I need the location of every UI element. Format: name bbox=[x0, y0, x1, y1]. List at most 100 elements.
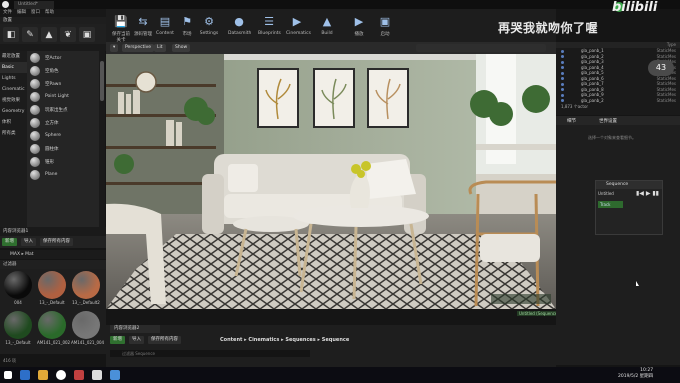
foliage-mode-icon[interactable]: ❦ bbox=[60, 27, 76, 42]
content-browser-tab[interactable]: 内容浏览器1 bbox=[0, 227, 106, 236]
visibility-eye-icon[interactable] bbox=[561, 82, 564, 86]
place-panel-tab[interactable]: 放置 bbox=[0, 17, 106, 24]
visibility-eye-icon[interactable] bbox=[561, 77, 564, 80]
save-all-button[interactable]: 保存所有内容 bbox=[148, 336, 181, 344]
category-volumes[interactable]: 体积 bbox=[0, 117, 27, 128]
blueprints-icon: ☰ bbox=[264, 15, 274, 28]
menu-edit[interactable]: 编辑 bbox=[17, 9, 26, 17]
place-item[interactable]: 空Actor bbox=[27, 51, 99, 64]
asset-tile[interactable]: 13_-_Default bbox=[3, 311, 33, 349]
place-search-input[interactable] bbox=[0, 44, 106, 51]
cinematics-icon: ▶ bbox=[292, 15, 302, 28]
save-button[interactable]: 💾 保存当前关卡 bbox=[110, 14, 132, 43]
explorer-icon[interactable] bbox=[38, 370, 48, 380]
place-item[interactable]: 空角色 bbox=[27, 64, 99, 77]
visibility-eye-icon[interactable] bbox=[561, 49, 564, 53]
menu-help[interactable]: 帮助 bbox=[45, 9, 54, 17]
import-button[interactable]: 导入 bbox=[21, 238, 36, 246]
app-icon[interactable] bbox=[110, 370, 120, 380]
visibility-eye-icon[interactable] bbox=[561, 66, 564, 69]
breadcrumb-content[interactable]: Content bbox=[220, 337, 242, 343]
play-icon: ▶ bbox=[354, 15, 364, 28]
place-item[interactable]: 圆柱体 bbox=[27, 142, 99, 155]
place-item[interactable]: Sphere bbox=[27, 129, 99, 142]
category-visual-effects[interactable]: 视觉效果 bbox=[0, 95, 27, 106]
content-path[interactable]: MAX ▸ Mat bbox=[0, 250, 106, 259]
perspective-button[interactable]: Perspective bbox=[122, 44, 155, 52]
menu-file[interactable]: 文件 bbox=[3, 9, 12, 17]
place-item[interactable]: 立方体 bbox=[27, 116, 99, 129]
playback-controls-icon[interactable]: ▮◀ ▶ ▮▮ bbox=[636, 190, 659, 197]
filter-button[interactable]: 过滤器 bbox=[0, 260, 106, 269]
category-geometry[interactable]: Geometry bbox=[0, 106, 27, 117]
place-item[interactable]: 玩家出生点 bbox=[27, 103, 99, 116]
content-browser-2-tab[interactable]: 内容浏览器2 bbox=[110, 325, 160, 333]
add-track-button[interactable]: Track bbox=[598, 201, 623, 208]
visibility-eye-icon[interactable] bbox=[561, 60, 564, 64]
asset-tile[interactable]: AM141_021_002 bbox=[37, 311, 70, 349]
edge-icon[interactable] bbox=[20, 370, 30, 380]
content-button[interactable]: ▤ Content bbox=[154, 14, 176, 40]
asset-tile[interactable]: 13_-_Default bbox=[37, 271, 67, 309]
details-panel bbox=[556, 125, 680, 365]
asset-grid: 004 13_-_Default 13_-_Default2 13_-_Default… bbox=[0, 269, 106, 354]
import-button[interactable]: 导入 bbox=[129, 336, 144, 344]
breadcrumb-sequences[interactable]: Sequences bbox=[285, 337, 315, 343]
visibility-eye-icon[interactable] bbox=[561, 88, 564, 91]
category-all-classes[interactable]: 所有类 bbox=[0, 128, 27, 139]
menu-window[interactable]: 窗口 bbox=[31, 9, 40, 17]
place-item[interactable]: 锥形 bbox=[27, 155, 99, 168]
launch-button[interactable]: ▣ 启动 bbox=[374, 14, 396, 40]
settings-button[interactable]: ⚙ Settings bbox=[198, 14, 220, 40]
geometry-mode-icon[interactable]: ▣ bbox=[79, 27, 95, 42]
play-button[interactable]: ▶ 播放 bbox=[348, 14, 370, 40]
place-item[interactable]: Point Light bbox=[27, 90, 99, 103]
add-new-button[interactable]: 新增 bbox=[110, 336, 125, 344]
sequencer-window[interactable]: Sequence Untitled ▮◀ ▶ ▮▮ Track bbox=[595, 180, 663, 235]
start-icon[interactable] bbox=[4, 371, 12, 379]
cinematics-button[interactable]: ▶ Cinematics bbox=[286, 14, 311, 40]
outliner-row[interactable]: gla_panb_2 StaticMes bbox=[556, 98, 680, 104]
chrome-icon[interactable] bbox=[56, 370, 66, 380]
unreal-taskbar-icon[interactable] bbox=[92, 370, 102, 380]
place-scrollbar[interactable] bbox=[99, 51, 105, 227]
scroll-thumb[interactable] bbox=[100, 61, 104, 101]
category-lights[interactable]: Lights bbox=[0, 73, 27, 84]
place-item[interactable]: 空Pawn bbox=[27, 77, 99, 90]
asset-tile[interactable]: 004 bbox=[3, 271, 33, 309]
add-new-button[interactable]: 新增 bbox=[2, 238, 17, 246]
category-recent[interactable]: 最近放置 bbox=[0, 51, 27, 62]
viewport-options-button[interactable]: ▾ bbox=[110, 44, 119, 52]
place-item[interactable]: Plane bbox=[27, 168, 99, 181]
asset-tile[interactable]: 13_-_Default2 bbox=[71, 271, 101, 309]
level-viewport[interactable] bbox=[106, 54, 556, 309]
app-icon[interactable] bbox=[74, 370, 84, 380]
market-button[interactable]: ⚑ 市场 bbox=[176, 14, 198, 40]
source-control-button[interactable]: ⇆ 源码管理 bbox=[132, 14, 154, 40]
level-tab[interactable]: Untitled* bbox=[14, 1, 54, 9]
clock: 10:27 2019/5/2 星期四 bbox=[618, 368, 654, 379]
breadcrumb: Content ▸ Cinematics ▸ Sequences ▸ Seque… bbox=[220, 337, 350, 343]
cube-icon bbox=[30, 117, 40, 128]
place-mode-icon[interactable]: ◧ bbox=[3, 27, 19, 42]
category-cinematic[interactable]: Cinematic bbox=[0, 84, 27, 95]
lit-button[interactable]: Lit bbox=[154, 44, 166, 52]
category-basic[interactable]: Basic bbox=[0, 62, 27, 73]
show-button[interactable]: Show bbox=[172, 44, 191, 52]
datasmith-button[interactable]: ● Datasmith bbox=[228, 14, 251, 40]
save-all-button[interactable]: 保存所有内容 bbox=[40, 238, 73, 246]
asset-tile[interactable]: AM141_021_004 bbox=[71, 311, 104, 349]
actor-icon bbox=[30, 52, 40, 63]
visibility-eye-icon[interactable] bbox=[561, 55, 564, 58]
breadcrumb-cinematics[interactable]: Cinematics bbox=[248, 337, 279, 343]
visibility-eye-icon[interactable] bbox=[561, 93, 564, 97]
visibility-eye-icon[interactable] bbox=[561, 99, 564, 102]
transform-tools[interactable] bbox=[416, 44, 546, 52]
landscape-mode-icon[interactable]: ▲ bbox=[41, 27, 57, 42]
blueprints-button[interactable]: ☰ Blueprints bbox=[258, 14, 281, 40]
sequence-search-input[interactable]: 过滤器 Sequence bbox=[110, 350, 310, 357]
breadcrumb-sequence[interactable]: Sequence bbox=[322, 337, 349, 343]
build-button[interactable]: ▲ Build bbox=[316, 14, 338, 40]
paint-mode-icon[interactable]: ✎ bbox=[22, 27, 38, 42]
visibility-eye-icon[interactable] bbox=[561, 71, 564, 75]
